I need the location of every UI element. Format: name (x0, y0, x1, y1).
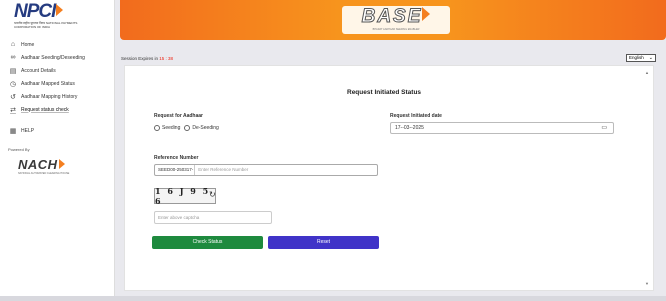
calendar-icon[interactable]: ▭ (601, 123, 607, 133)
request-for-label: Request for Aadhaar (154, 113, 203, 119)
sidebar-item-request-status[interactable]: ⇄ Request status check (8, 103, 112, 116)
header-banner: BASE BHARAT AADHAAR SEEDING ENABLER (120, 0, 666, 40)
sidebar-item-label: Account Details (21, 67, 56, 74)
nach-tagline: NATIONAL AUTOMATED CLEARING HOUSE (18, 172, 70, 175)
chevron-down-icon: ⌄ (648, 55, 653, 61)
page-title: Request Initiated Status (347, 89, 422, 96)
scroll-down-icon[interactable]: ▼ (645, 281, 649, 286)
sidebar-nav: ⌂ Home ∞ Aadhaar Seeding/Deseeding ▤ Acc… (8, 38, 112, 137)
sidebar-item-mapped-status[interactable]: ◷ Aadhaar Mapped Status (8, 77, 112, 90)
check-status-button[interactable]: Check Status (152, 236, 263, 249)
nach-logo-text: NACH (18, 157, 58, 172)
sidebar-item-label: Request status check (21, 106, 69, 113)
sidebar-item-label: Home (21, 41, 35, 48)
reset-button[interactable]: Reset (268, 236, 379, 249)
clock-icon: ◷ (9, 80, 17, 88)
language-select[interactable]: English ⌄ (626, 54, 656, 62)
logo-triangle-icon (58, 159, 65, 169)
reference-prefix: SEED00-250317- (155, 165, 196, 175)
request-type-radios: Seeding De-Seeding (154, 125, 223, 131)
arrows-icon: ⇄ (10, 106, 16, 114)
request-status-card: ▲ ▼ Request Initiated Status Request for… (124, 65, 654, 291)
npci-tagline: भारतीय राष्ट्रीय भुगतान निगम NATIONAL PA… (14, 21, 78, 29)
sidebar: NPCI भारतीय राष्ट्रीय भुगतान निगम NATION… (0, 0, 115, 296)
captcha-input[interactable]: Enter above captcha (154, 211, 272, 224)
npci-logo-text: NPCI (14, 1, 56, 22)
seeding-radio[interactable] (154, 125, 160, 131)
scroll-up-icon[interactable]: ▲ (645, 70, 649, 75)
home-icon: ⌂ (10, 41, 16, 48)
history-icon: ↺ (10, 93, 16, 101)
captcha-text: 1 6 J 9 5 6 (155, 186, 211, 206)
bottom-strip (0, 296, 666, 301)
calculator-icon: ▦ (9, 127, 17, 135)
sidebar-item-account-details[interactable]: ▤ Account Details (8, 64, 112, 77)
base-logo: BASE BHARAT AADHAAR SEEDING ENABLER (342, 6, 450, 34)
reference-number-input[interactable]: Enter Reference Number (195, 165, 248, 175)
deseeding-radio[interactable] (184, 125, 191, 131)
app-root: NPCI भारतीय राष्ट्रीय भुगतान निगम NATION… (0, 0, 666, 301)
sidebar-item-aadhaar-seeding[interactable]: ∞ Aadhaar Seeding/Deseeding (8, 51, 112, 64)
powered-by-label: Powered By (8, 147, 30, 152)
logo-triangle-icon (422, 7, 431, 21)
captcha-image: 1 6 J 9 5 6 (154, 186, 216, 206)
date-label: Request Initiated date (390, 113, 442, 119)
sidebar-item-label: HELP (21, 127, 35, 134)
deseeding-radio-label: De-Seeding (192, 125, 219, 131)
seeding-radio-label: Seeding (162, 125, 181, 131)
sidebar-item-help[interactable]: ▦ HELP (8, 124, 112, 137)
sidebar-item-home[interactable]: ⌂ Home (8, 38, 112, 51)
sidebar-item-label: Aadhaar Mapped Status (21, 80, 75, 87)
base-tagline: BHARAT AADHAAR SEEDING ENABLER (372, 28, 420, 31)
refresh-captcha-icon[interactable]: ↻ (209, 190, 216, 199)
sidebar-item-label: Aadhaar Mapping History (21, 93, 78, 100)
session-timer: Session Expires in 15 : 38 (121, 56, 173, 61)
link-icon: ∞ (10, 54, 16, 61)
sidebar-item-label: Aadhaar Seeding/Deseeding (21, 54, 85, 61)
logo-triangle-icon (56, 4, 64, 16)
nach-logo: NACH (18, 157, 65, 172)
language-selected: English (629, 55, 644, 60)
base-logo-text: BASE (361, 6, 423, 28)
npci-logo: NPCI भारतीय राष्ट्रीय भुगतान निगम NATION… (14, 1, 94, 30)
reference-number-label: Reference Number (154, 155, 199, 161)
id-card-icon: ▤ (9, 67, 17, 75)
sidebar-item-mapping-history[interactable]: ↺ Aadhaar Mapping History (8, 90, 112, 103)
reference-number-field: SEED00-250317- Enter Reference Number (154, 164, 378, 176)
session-time: 15 : 38 (159, 56, 174, 61)
date-value: 17--03--2025 (395, 125, 424, 131)
session-prefix: Session Expires in (121, 56, 159, 61)
date-input[interactable]: 17--03--2025 ▭ (390, 122, 614, 134)
